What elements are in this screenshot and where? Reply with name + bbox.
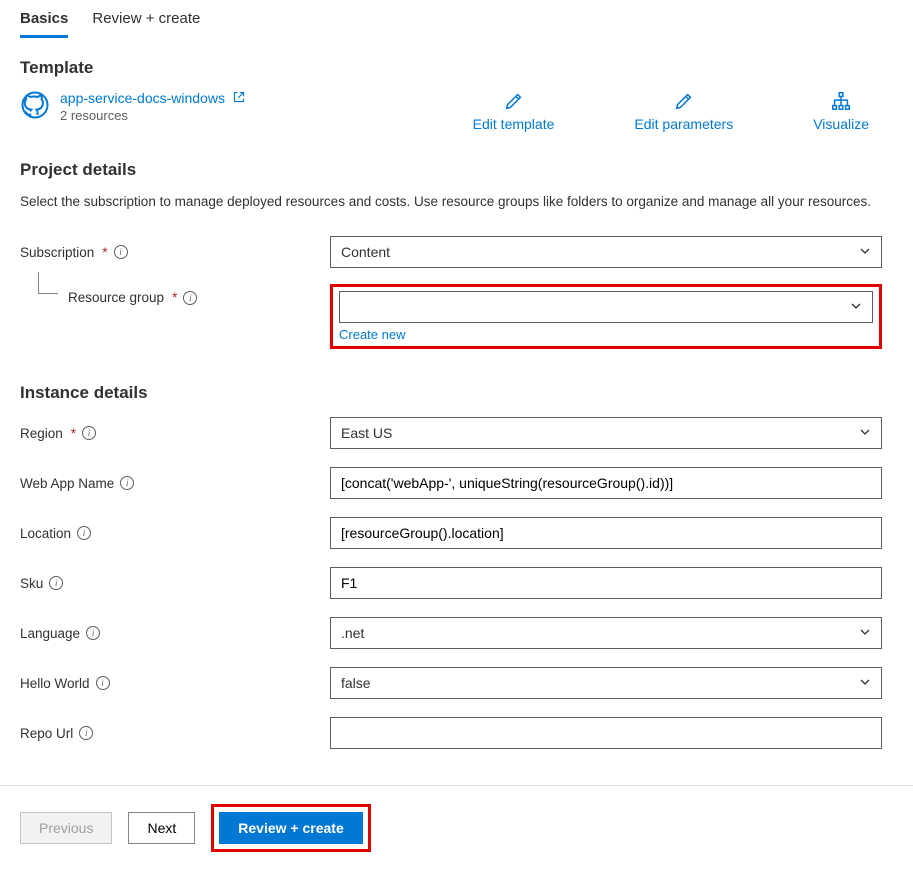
info-icon[interactable]: i: [114, 245, 128, 259]
region-value: East US: [341, 425, 392, 441]
create-new-link[interactable]: Create new: [339, 327, 405, 342]
previous-button: Previous: [20, 812, 112, 844]
resource-group-label: Resource group: [68, 290, 164, 305]
chevron-down-icon: [859, 675, 871, 691]
required-indicator: *: [71, 426, 76, 441]
repo-url-input[interactable]: [330, 717, 882, 749]
tab-review-create[interactable]: Review + create: [92, 4, 200, 38]
info-icon[interactable]: i: [49, 576, 63, 590]
tree-indent-icon: [38, 272, 58, 294]
tab-bar: Basics Review + create: [0, 0, 913, 38]
template-heading: Template: [20, 58, 893, 78]
project-details-heading: Project details: [20, 160, 893, 180]
webapp-name-label: Web App Name: [20, 476, 114, 491]
info-icon[interactable]: i: [183, 291, 197, 305]
location-label: Location: [20, 526, 71, 541]
chevron-down-icon: [850, 299, 862, 315]
sku-label: Sku: [20, 576, 43, 591]
footer-bar: Previous Next Review + create: [0, 785, 913, 870]
repo-url-label: Repo Url: [20, 726, 73, 741]
info-icon[interactable]: i: [120, 476, 134, 490]
language-select[interactable]: .net: [330, 617, 882, 649]
region-label: Region: [20, 426, 63, 441]
template-resource-count: 2 resources: [60, 108, 245, 123]
info-icon[interactable]: i: [77, 526, 91, 540]
external-link-icon: [229, 90, 245, 106]
sku-input[interactable]: [330, 567, 882, 599]
info-icon[interactable]: i: [96, 676, 110, 690]
webapp-name-input[interactable]: [330, 467, 882, 499]
pencil-icon: [673, 90, 695, 112]
review-create-highlight: Review + create: [211, 804, 370, 852]
edit-parameters-label: Edit parameters: [634, 116, 733, 132]
visualize-label: Visualize: [813, 116, 869, 132]
resource-group-select[interactable]: [339, 291, 873, 323]
subscription-value: Content: [341, 244, 390, 260]
location-input[interactable]: [330, 517, 882, 549]
required-indicator: *: [102, 245, 107, 260]
resource-group-highlight: Create new: [330, 284, 882, 349]
template-link[interactable]: app-service-docs-windows: [60, 90, 245, 106]
info-icon[interactable]: i: [79, 726, 93, 740]
edit-template-button[interactable]: Edit template: [473, 90, 555, 132]
next-button[interactable]: Next: [128, 812, 195, 844]
info-icon[interactable]: i: [86, 626, 100, 640]
hello-world-select[interactable]: false: [330, 667, 882, 699]
hello-world-value: false: [341, 675, 371, 691]
subscription-label: Subscription: [20, 245, 94, 260]
project-details-description: Select the subscription to manage deploy…: [20, 192, 893, 212]
pencil-icon: [503, 90, 525, 112]
region-select[interactable]: East US: [330, 417, 882, 449]
visualize-button[interactable]: Visualize: [813, 90, 869, 132]
hello-world-label: Hello World: [20, 676, 90, 691]
language-value: .net: [341, 625, 364, 641]
instance-details-heading: Instance details: [20, 383, 893, 403]
template-row: app-service-docs-windows 2 resources Edi…: [20, 90, 893, 132]
chevron-down-icon: [859, 425, 871, 441]
hierarchy-icon: [830, 90, 852, 112]
template-link-text: app-service-docs-windows: [60, 90, 225, 106]
github-icon: [20, 90, 50, 120]
info-icon[interactable]: i: [82, 426, 96, 440]
edit-parameters-button[interactable]: Edit parameters: [634, 90, 733, 132]
edit-template-label: Edit template: [473, 116, 555, 132]
review-create-button[interactable]: Review + create: [219, 812, 362, 844]
chevron-down-icon: [859, 244, 871, 260]
chevron-down-icon: [859, 625, 871, 641]
required-indicator: *: [172, 290, 177, 305]
subscription-select[interactable]: Content: [330, 236, 882, 268]
tab-basics[interactable]: Basics: [20, 4, 68, 38]
language-label: Language: [20, 626, 80, 641]
